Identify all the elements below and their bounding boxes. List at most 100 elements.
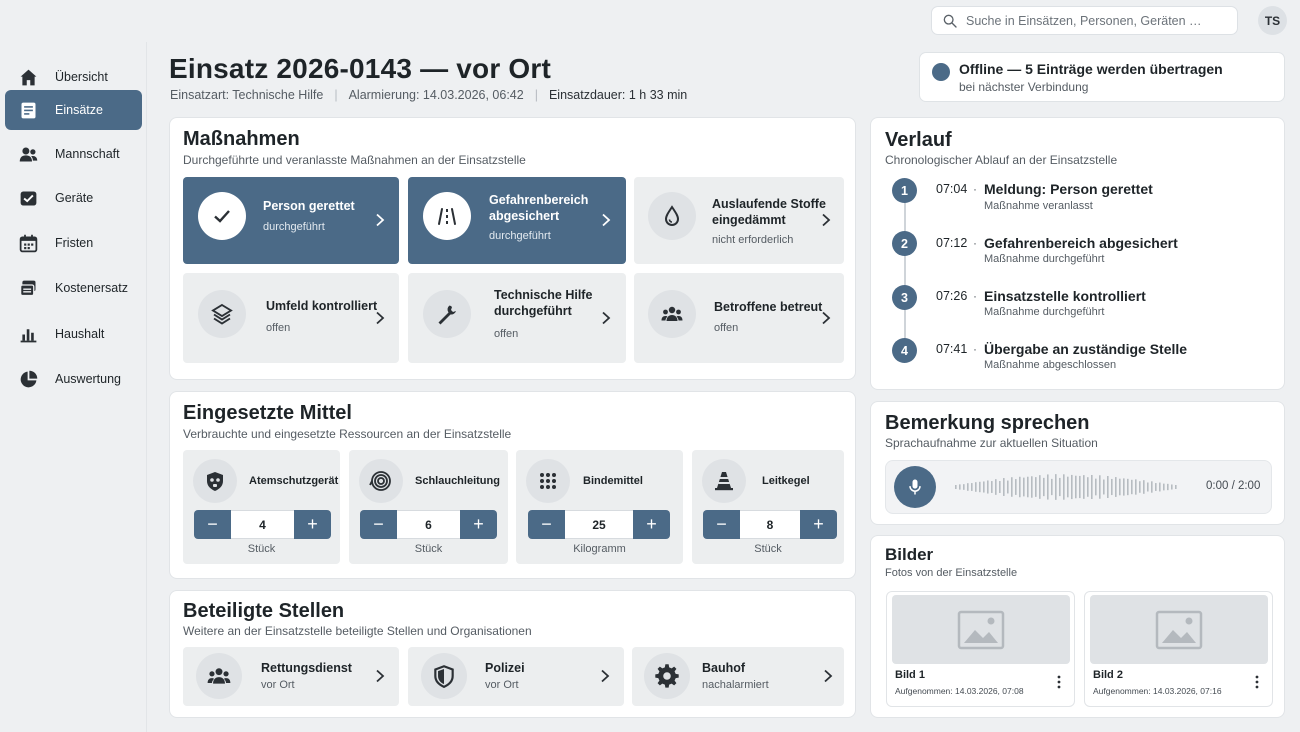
waveform-bar [1027,476,1029,498]
increment-button[interactable]: + [294,510,331,539]
unit-status: vor Ort [261,679,295,691]
sidebar-item-einsaetze[interactable]: Einsätze [5,90,142,130]
decrement-button[interactable]: − [194,510,231,539]
offline-title: Offline — 5 Einträge werden übertragen [959,61,1223,77]
chevron-right-icon [601,669,610,683]
measure-status: nicht erforderlich [712,234,794,246]
increment-button[interactable]: + [800,510,837,539]
sidebar-item-label: Kostenersatz [55,281,128,295]
waveform-bar [1143,480,1145,494]
timeline-time: 07:04 [936,182,968,196]
gear-icon [644,653,690,699]
waveform-bar [1123,478,1125,496]
resources-title: Eingesetzte Mittel [183,402,352,424]
measure-label: Umfeld kontrolliert [266,299,378,313]
sidebar-item-haushalt[interactable]: Haushalt [5,314,142,354]
increment-button[interactable]: + [460,510,497,539]
record-button[interactable] [894,466,936,508]
decrement-button[interactable]: − [528,510,565,539]
quantity-value[interactable]: 6 [397,510,460,539]
waveform-bar [991,481,993,493]
resource-name: Bindemittel [583,475,643,487]
waveform-bar [1079,475,1081,499]
measure-tile-umfeld[interactable]: Umfeld kontrolliert offen [183,273,399,363]
sidebar-item-fristen[interactable]: Fristen [5,223,142,263]
measure-tile-person-gerettet[interactable]: Person gerettet durchgeführt [183,177,399,264]
increment-button[interactable]: + [633,510,670,539]
more-options-icon[interactable] [1055,674,1063,690]
images-title: Bilder [885,545,934,564]
sidebar-item-kostenersatz[interactable]: Kostenersatz [5,268,142,308]
waveform-bar [1063,474,1065,500]
waveform-bar [959,484,961,490]
search-input[interactable] [966,13,1226,28]
photo-card[interactable]: Bild 2 Aufgenommen: 14.03.2026, 07:16 [1084,591,1273,707]
photo-name: Bild 1 [895,669,925,681]
measure-tile-gefahrenbereich[interactable]: Gefahrenbereich abgesichert durchgeführt [408,177,626,264]
decrement-button[interactable]: − [703,510,740,539]
more-options-icon[interactable] [1253,674,1261,690]
search-icon [943,14,957,28]
quantity-stepper: − 6 + [360,510,497,539]
timeline-entry-title: Meldung: Person gerettet [984,181,1153,197]
resource-name: Schlauchleitung [415,475,500,487]
decrement-button[interactable]: − [360,510,397,539]
voice-recorder: 0:00 / 2:00 [885,460,1272,514]
photo-date: Aufgenommen: 14.03.2026, 07:08 [895,686,1024,696]
sidebar-item-mannschaft[interactable]: Mannschaft [5,134,142,174]
resource-name: Leitkegel [762,475,810,487]
measure-tile-auslaufende-stoffe[interactable]: Auslaufende Stoffe eingedämmt nicht erfo… [634,177,844,264]
waveform-bar [1115,477,1117,497]
sidebar-item-geraete[interactable]: Geräte [5,178,142,218]
dots-icon [526,459,570,503]
waveform-bar [1147,482,1149,492]
unit-status: nachalarmiert [702,679,769,691]
resource-atemschutz: Atemschutzgerät − 4 + Stück [183,450,340,564]
measures-subtitle: Durchgeführte und veranlasste Maßnahmen … [183,153,526,167]
sidebar-item-auswertung[interactable]: Auswertung [5,359,142,399]
measure-tile-technische-hilfe[interactable]: Technische Hilfe durchgeführt offen [408,273,626,363]
resource-unit: Kilogramm [573,543,626,555]
sidebar-item-label: Fristen [55,236,94,250]
sidebar-item-label: Einsätze [55,103,103,117]
quantity-value[interactable]: 8 [740,510,800,539]
resource-schlauchleitung: Schlauchleitung − 6 + Stück [349,450,508,564]
photo-name: Bild 2 [1093,669,1123,681]
unit-polizei[interactable]: Polizei vor Ort [408,647,624,706]
sidebar: Übersicht Einsätze Mannschaft Geräte Fri… [0,42,147,732]
unit-rettungsdienst[interactable]: Rettungsdienst vor Ort [183,647,399,706]
quantity-value[interactable]: 4 [231,510,294,539]
quantity-value[interactable]: 25 [565,510,633,539]
waveform-bar [963,484,965,490]
images-subtitle: Fotos von der Einsatzstelle [885,567,1018,579]
timeline-card: Verlauf Chronologischer Ablauf an der Ei… [870,117,1285,390]
waveform-bar [975,482,977,492]
timeline-step-number: 1 [892,178,917,203]
shield-icon [421,653,467,699]
timeline-entry-title: Übergabe an zuständige Stelle [984,341,1188,357]
measure-tile-betroffene[interactable]: Betroffene betreut offen [634,273,844,363]
measure-label: Person gerettet [263,199,355,213]
page-title: Einsatz 2026-0143 — vor Ort [169,53,552,84]
resource-bindemittel: Bindemittel − 25 + Kilogramm [516,450,683,564]
microphone-icon [909,479,921,495]
measure-status: offen [714,322,739,334]
photo-card[interactable]: Bild 1 Aufgenommen: 14.03.2026, 07:08 [886,591,1075,707]
search-box[interactable] [931,6,1238,35]
units-subtitle: Weitere an der Einsatzstelle beteiligte … [183,624,532,638]
waveform-bar [1135,479,1137,495]
waveform-bar [1119,478,1121,496]
timeline-entry-sub: Maßnahme durchgeführt [984,253,1105,265]
waveform-bar [999,481,1001,493]
waveform-bar [967,483,969,491]
timeline-time: 07:41 [936,342,968,356]
image-placeholder-icon [1090,595,1268,664]
waveform-bar [1131,479,1133,495]
chevron-right-icon [376,311,385,325]
unit-bauhof[interactable]: Bauhof nachalarmiert [632,647,844,706]
pie-chart-icon [20,370,38,387]
avatar[interactable]: TS [1258,6,1287,35]
waveform-bar [1031,476,1033,498]
incident-type: Einsatzart: Technische Hilfe [170,88,324,102]
waveform-bar [1055,474,1057,500]
